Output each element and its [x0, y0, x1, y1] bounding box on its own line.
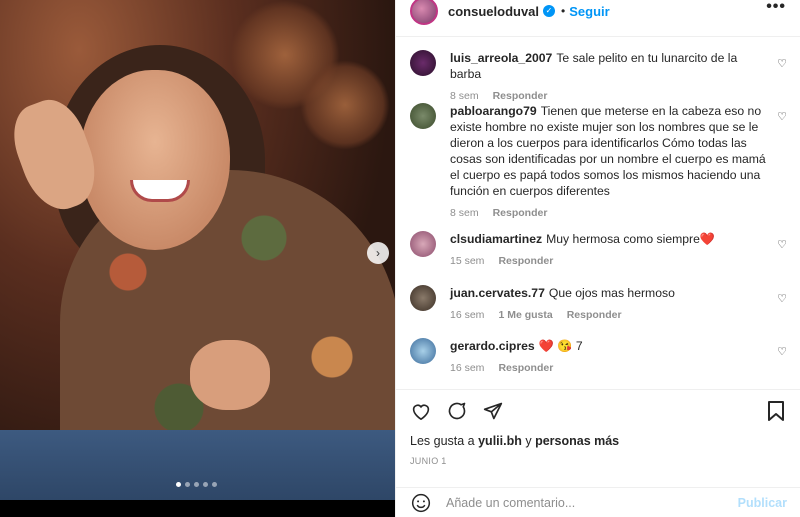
chevron-right-icon[interactable]: › — [367, 242, 389, 264]
carousel-dot — [203, 482, 208, 487]
heart-icon[interactable]: ♡ — [776, 293, 788, 305]
reply-button[interactable]: Responder — [493, 90, 548, 102]
like-heart-icon[interactable] — [410, 400, 432, 422]
comment-input[interactable] — [446, 496, 738, 510]
avatar[interactable] — [410, 50, 436, 76]
avatar[interactable] — [410, 338, 436, 364]
comment-username[interactable]: luis_arreola_2007 — [450, 51, 552, 65]
comment-text: Que ojos mas hermoso — [548, 286, 675, 300]
emoji-icon[interactable] — [410, 492, 432, 514]
carousel-dots — [176, 482, 217, 487]
bookmark-icon[interactable] — [765, 400, 787, 422]
heart-icon[interactable]: ♡ — [776, 239, 788, 251]
comment-meta: 16 sem 1 Me gusta Responder — [450, 307, 768, 323]
face — [80, 70, 230, 250]
avatar[interactable] — [410, 103, 436, 129]
verified-badge-icon: ✓ — [543, 5, 556, 17]
comment-text: 7 — [575, 339, 583, 353]
post-date[interactable]: JUNIO 1 — [410, 456, 447, 466]
comment-text: Muy hermosa como siempre — [546, 232, 700, 246]
post-media: › — [0, 0, 395, 517]
comment-username[interactable]: gerardo.cipres — [450, 339, 535, 353]
share-icon[interactable] — [482, 400, 504, 422]
separator: • — [561, 4, 566, 18]
carousel-dot — [185, 482, 190, 487]
comment-time[interactable]: 8 sem — [450, 90, 479, 102]
likes-prefix: Les gusta a — [410, 434, 479, 448]
heart-icon[interactable]: ♡ — [776, 346, 788, 358]
follow-button[interactable]: Seguir — [569, 4, 609, 19]
avatar[interactable] — [410, 0, 438, 25]
comment-time[interactable]: 16 sem — [450, 309, 484, 321]
jeans — [0, 430, 395, 500]
post-panel: consueloduval ✓ • Seguir ••• luis_arreol… — [395, 0, 800, 517]
likes-conj: y — [521, 434, 536, 448]
comment-text: Tienen que meterse en la cabeza eso no e… — [450, 104, 766, 198]
comment-meta: 15 sem Responder — [450, 253, 768, 269]
likes-summary: Les gusta a yulii.bh y personas más — [410, 434, 619, 448]
comment-body: clsudiamartinez Muy hermosa como siempre❤… — [450, 231, 768, 269]
action-icons — [410, 400, 504, 422]
comment-username[interactable]: clsudiamartinez — [450, 232, 542, 246]
carousel-dot — [212, 482, 217, 487]
background-lamp — [300, 60, 390, 150]
comment-body: juan.cervates.77 Que ojos mas hermoso 16 … — [450, 285, 768, 323]
reply-button[interactable]: Responder — [498, 255, 553, 267]
post-actions: Les gusta a yulii.bh y personas más JUNI… — [396, 389, 800, 517]
more-options-icon[interactable]: ••• — [766, 0, 786, 16]
likes-others[interactable]: personas más — [535, 434, 619, 448]
comment-time[interactable]: 16 sem — [450, 362, 484, 374]
comment-body: pabloarango79 Tienen que meterse en la ca… — [450, 103, 768, 221]
post-photo — [0, 0, 395, 500]
comment-username[interactable]: pabloarango79 — [450, 104, 537, 118]
post-header: consueloduval ✓ • Seguir ••• — [396, 0, 800, 37]
author-username[interactable]: consueloduval — [448, 4, 539, 19]
comment-time[interactable]: 15 sem — [450, 255, 484, 267]
comment-icon[interactable] — [446, 400, 468, 422]
comment-body: luis_arreola_2007 Te sale pelito en tu lu… — [450, 50, 768, 104]
comment-username[interactable]: juan.cervates.77 — [450, 286, 545, 300]
carousel-dot — [176, 482, 181, 487]
hand — [190, 340, 270, 410]
heart-icon[interactable]: ♡ — [776, 111, 788, 123]
comment-meta: 16 sem Responder — [450, 360, 768, 376]
reply-button[interactable]: Responder — [567, 309, 622, 321]
instagram-post: › consueloduval ✓ • Seguir ••• luis_arre… — [0, 0, 800, 517]
comment-body: gerardo.cipres ❤️ 😘 7 16 sem Responder — [450, 338, 768, 376]
liked-by-user[interactable]: yulii.bh — [478, 434, 522, 448]
avatar[interactable] — [410, 285, 436, 311]
comment-time[interactable]: 8 sem — [450, 207, 479, 219]
heart-icon[interactable]: ♡ — [776, 58, 788, 70]
emoji: ❤️ 😘 — [538, 339, 573, 353]
comment-meta: 8 sem Responder — [450, 88, 768, 104]
heart-emoji: ❤️ — [699, 232, 716, 246]
publish-button[interactable]: Publicar — [738, 496, 787, 510]
carousel-dot — [194, 482, 199, 487]
comment-likes[interactable]: 1 Me gusta — [498, 309, 552, 321]
comment-meta: 8 sem Responder — [450, 205, 768, 221]
avatar[interactable] — [410, 231, 436, 257]
reply-button[interactable]: Responder — [498, 362, 553, 374]
add-comment-bar: Publicar — [396, 487, 800, 517]
reply-button[interactable]: Responder — [493, 207, 548, 219]
